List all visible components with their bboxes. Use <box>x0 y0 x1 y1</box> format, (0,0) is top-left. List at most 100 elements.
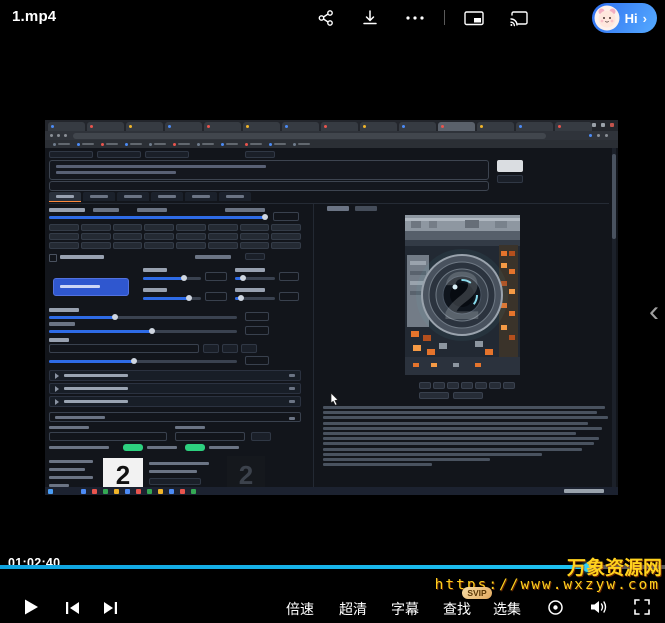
taskbar-app-icon <box>81 489 86 494</box>
taskbar-app-icon <box>125 489 130 494</box>
enabled-badge <box>123 444 143 451</box>
info-line <box>323 422 588 425</box>
webui-quicksetting <box>245 151 275 158</box>
info-line <box>323 458 490 461</box>
taskbar-apps <box>81 489 196 494</box>
taskbar-app-icon <box>103 489 108 494</box>
account-button[interactable]: Hi › <box>592 3 657 33</box>
taskbar-app-icon <box>147 489 152 494</box>
negative-prompt-textarea <box>49 181 489 191</box>
account-greeting: Hi <box>625 11 638 26</box>
sampler-option <box>176 233 206 240</box>
label-bar <box>60 255 104 259</box>
info-line <box>323 411 597 414</box>
batch-size-value <box>279 292 299 301</box>
browser-tab <box>165 122 202 131</box>
browser-address-bar <box>45 131 618 140</box>
image-action-button <box>475 382 487 389</box>
share-icon[interactable] <box>317 9 335 27</box>
upscaler-dropdown <box>53 278 129 296</box>
download-icon[interactable] <box>361 9 379 27</box>
label-bar <box>225 208 265 212</box>
browser-tab <box>516 122 553 131</box>
more-options-icon[interactable] <box>403 9 427 27</box>
enabled-badge <box>185 444 205 451</box>
info-line <box>323 448 582 451</box>
batch-size-label-bar <box>235 288 265 292</box>
steps-value <box>273 212 299 221</box>
taskbar-app-icon <box>169 489 174 494</box>
speed-button[interactable]: 倍速 <box>286 599 314 619</box>
webui-small-button <box>245 253 265 260</box>
seed-input <box>49 344 199 353</box>
sampler-option <box>113 233 143 240</box>
extra-slider <box>49 360 237 363</box>
info-line <box>323 437 599 440</box>
play-button[interactable] <box>21 597 41 617</box>
next-button[interactable] <box>102 600 119 616</box>
browser-tab <box>282 122 319 131</box>
webui-tab-row <box>49 192 251 202</box>
previous-button[interactable] <box>64 600 81 616</box>
progress-fill <box>0 565 588 569</box>
bookmark-item <box>197 143 214 146</box>
subtitles-button[interactable]: 字幕 <box>391 599 419 619</box>
webui-tab <box>219 192 251 201</box>
video-surface[interactable]: 2 2 <box>45 120 618 495</box>
label-bar <box>137 208 167 212</box>
browser-tab <box>126 122 163 131</box>
dice-button <box>203 344 219 353</box>
sampler-option <box>113 242 143 249</box>
sampler-option <box>271 233 301 240</box>
taskbar-app-icon <box>180 489 185 494</box>
height-slider <box>143 297 201 300</box>
image-action-button <box>461 382 473 389</box>
bookmark-item <box>269 143 286 146</box>
info-line <box>323 406 605 409</box>
sampler-option <box>144 242 174 249</box>
label-bar <box>149 470 197 473</box>
taskbar-clock-area <box>564 489 604 493</box>
sampler-option <box>81 224 111 231</box>
sampler-option <box>240 224 270 231</box>
browser-window-buttons <box>592 123 614 127</box>
record-icon[interactable] <box>547 599 564 616</box>
seed-label-bar <box>49 338 69 342</box>
sampler-option <box>240 242 270 249</box>
sampler-option <box>49 233 79 240</box>
sampler-option <box>240 233 270 240</box>
label-bar <box>49 446 109 449</box>
label-bar <box>149 462 209 465</box>
webui-small-button <box>149 478 201 485</box>
panel-collapse-chevron[interactable]: ‹ <box>649 297 659 327</box>
episodes-button[interactable]: 选集 <box>493 599 521 619</box>
cfg-value <box>245 312 269 321</box>
controlnet-accordion <box>49 383 301 394</box>
fullscreen-icon[interactable] <box>633 598 651 616</box>
sampler-option <box>144 233 174 240</box>
extra-value <box>245 356 269 365</box>
quality-button[interactable]: 超清 <box>339 599 367 619</box>
webui-small-button <box>251 432 271 441</box>
picture-in-picture-icon[interactable] <box>463 9 485 27</box>
info-line <box>323 453 542 456</box>
generated-image: 2 <box>405 215 520 375</box>
addnet-accordion <box>49 396 301 407</box>
taskbar-app-icon <box>158 489 163 494</box>
width-value <box>205 272 227 281</box>
watermark-site-name: 万象资源网 <box>567 553 662 580</box>
bookmark-item <box>149 143 166 146</box>
webui-tab-active <box>49 192 81 202</box>
progress-bar[interactable] <box>0 565 665 569</box>
xyz-x-dropdown <box>49 432 167 441</box>
find-button[interactable]: 查找 <box>443 599 471 619</box>
browser-tab <box>360 122 397 131</box>
volume-icon[interactable] <box>589 598 608 616</box>
svip-badge: SVIP <box>462 587 492 599</box>
webui-divider <box>49 203 609 204</box>
cast-screen-icon[interactable] <box>508 9 530 27</box>
webui-scrollbar <box>612 148 616 487</box>
gallery-tab-bar <box>327 206 349 211</box>
svg-text:2: 2 <box>443 258 481 334</box>
script-dropdown <box>49 412 301 422</box>
